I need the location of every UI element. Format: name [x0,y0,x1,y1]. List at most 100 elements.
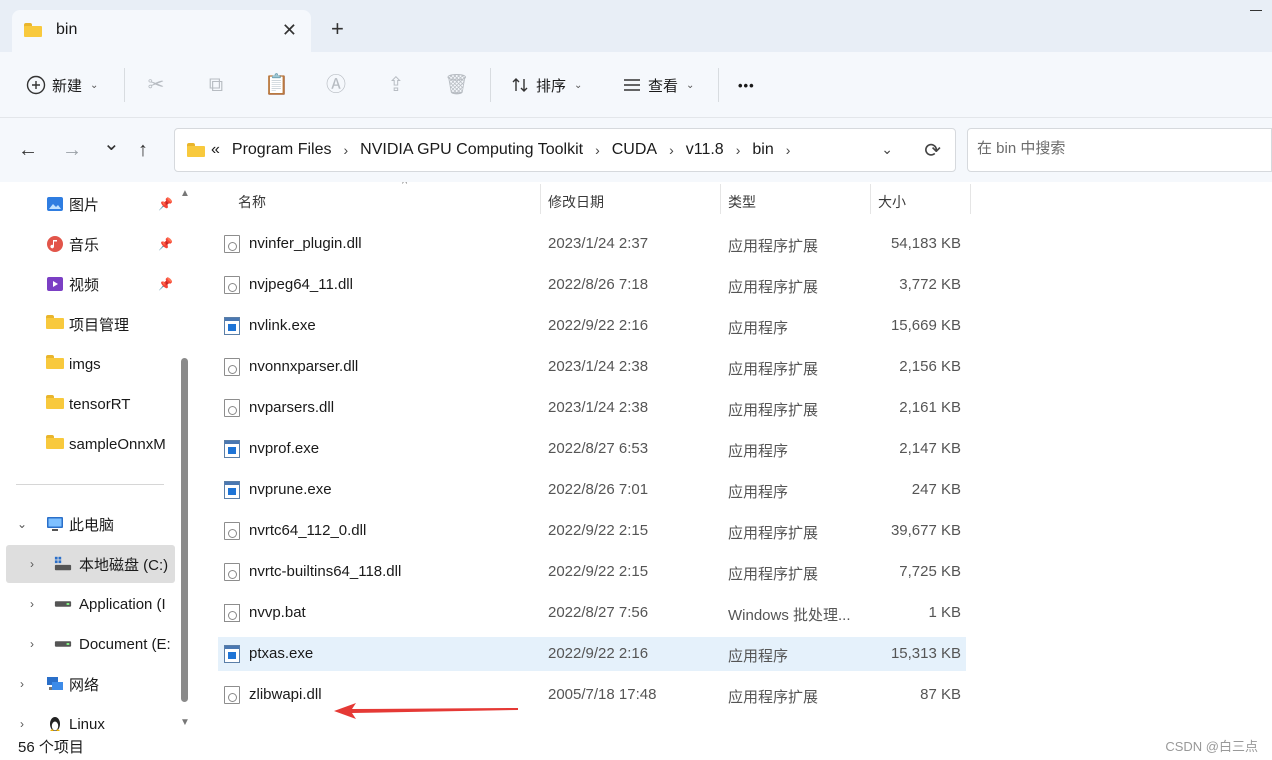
drive-icon [54,635,72,653]
breadcrumb-item[interactable]: v11.8 [686,141,724,159]
sidebar-item-tensorrt[interactable]: tensorRT [0,385,178,423]
column-size[interactable]: 大小 [878,192,906,212]
column-modified[interactable]: 修改日期 [548,192,604,212]
file-type: 应用程序扩展 [728,566,819,583]
toolbar-divider [490,68,491,102]
new-button[interactable]: 新建 ⌄ [26,72,98,98]
file-row[interactable]: nvprof.exe 2022/8/27 6:53 应用程序 2,147 KB [218,432,966,466]
application-file-icon [224,317,240,335]
forward-button[interactable]: → [62,138,82,162]
more-options-button[interactable]: ••• [738,72,755,98]
recent-locations-button[interactable]: ⌄ [103,132,120,156]
column-divider[interactable] [540,184,541,214]
up-button[interactable]: ↑ [138,138,148,162]
breadcrumb-overflow[interactable]: « [211,141,220,159]
close-tab-button[interactable]: ✕ [282,20,297,41]
file-row[interactable]: nvrtc64_112_0.dll 2022/9/22 2:15 应用程序扩展 39,… [218,514,966,548]
sidebar-item-drive-c[interactable]: › 本地磁盘 (C:) [6,545,175,583]
sidebar-item-sampleonnx[interactable]: sampleOnnxM [0,425,178,463]
sidebar-item-project-management[interactable]: 项目管理 [0,305,178,343]
sidebar-item-network[interactable]: › 网络 [0,665,178,703]
sidebar-item-label: 项目管理 [69,316,130,334]
refresh-icon[interactable]: ⟳ [924,138,941,163]
navigation-pane: 图片 📌 音乐 📌 视频 📌 项目管理 imgs tensorRT sample… [0,182,196,738]
file-row[interactable]: nvonnxparser.dll 2023/1/24 2:38 应用程序扩展 2,15… [218,350,966,384]
sidebar-item-drive-document[interactable]: › Document (E: [0,625,178,663]
back-button[interactable]: ← [18,138,38,162]
file-row[interactable]: nvrtc-builtins64_118.dll 2022/9/22 2:15 应用… [218,555,966,589]
minimize-button[interactable] [1250,10,1262,11]
cut-icon[interactable]: ✂ [144,73,168,97]
file-row[interactable]: ptxas.exe 2022/9/22 2:16 应用程序 15,313 KB [218,637,966,671]
file-size: 1 KB [928,604,961,621]
file-size: 247 KB [911,481,961,498]
sort-icon [512,78,528,92]
search-input[interactable] [977,140,1257,157]
new-tab-button[interactable]: + [331,18,344,40]
breadcrumb-item[interactable]: bin [752,141,773,159]
pin-icon: 📌 [158,197,173,211]
breadcrumb-item[interactable]: Program Files [232,141,332,159]
sidebar-item-label: Application (I [79,595,166,613]
chevron-right-icon[interactable]: › [30,557,34,571]
view-button[interactable]: 查看 ⌄ [622,72,694,98]
chevron-right-icon[interactable]: › [20,717,24,731]
sort-button[interactable]: 排序 ⌄ [510,72,582,98]
file-row[interactable]: nvvp.bat 2022/8/27 7:56 Windows 批处理... 1 KB [218,596,966,630]
address-bar[interactable]: « Program Files › NVIDIA GPU Computing T… [174,128,956,172]
application-file-icon [224,645,240,663]
chevron-right-icon[interactable]: › [20,677,24,691]
chevron-right-icon[interactable]: › [595,142,600,158]
sidebar-item-music[interactable]: 音乐 📌 [0,225,178,263]
column-divider[interactable] [870,184,871,214]
toolbar-divider [124,68,125,102]
scroll-down-icon[interactable]: ▼ [180,717,190,728]
file-row[interactable]: nvparsers.dll 2023/1/24 2:38 应用程序扩展 2,161 K… [218,391,966,425]
file-type: 应用程序 [728,320,789,337]
file-type: 应用程序 [728,484,789,501]
file-modified-date: 2022/8/27 7:56 [548,604,649,621]
file-size: 7,725 KB [899,563,961,580]
search-box[interactable] [967,128,1272,172]
chevron-down-icon[interactable]: ⌄ [17,517,27,531]
sidebar-item-drive-application[interactable]: › Application (I [0,585,178,623]
file-row[interactable]: zlibwapi.dll 2005/7/18 17:48 应用程序扩展 87 KB [218,678,966,712]
chevron-right-icon[interactable]: › [30,597,34,611]
address-history-dropdown[interactable]: ⌄ [881,141,893,158]
chevron-right-icon[interactable]: › [669,142,674,158]
file-modified-date: 2023/1/24 2:37 [548,235,649,252]
paste-icon[interactable]: 📋 [264,73,289,97]
file-modified-date: 2022/9/22 2:16 [548,645,649,662]
column-name[interactable]: 名称 [238,192,266,212]
rename-icon[interactable]: Ⓐ [324,73,348,97]
sidebar-scrollbar[interactable]: ▲ ▼ [178,188,192,728]
breadcrumb-item[interactable]: NVIDIA GPU Computing Toolkit [360,141,583,159]
file-row[interactable]: nvlink.exe 2022/9/22 2:16 应用程序 15,669 KB [218,309,966,343]
file-row[interactable]: nvjpeg64_11.dll 2022/8/26 7:18 应用程序扩展 3,772… [218,268,966,302]
watermark: CSDN @白三点 [1165,739,1258,754]
dll-file-icon [224,686,240,704]
column-divider[interactable] [970,184,971,214]
sidebar-item-this-pc[interactable]: ⌄ 此电脑 [0,505,178,543]
breadcrumb-item[interactable]: CUDA [612,141,657,159]
column-divider[interactable] [720,184,721,214]
sidebar-item-videos[interactable]: 视频 📌 [0,265,178,303]
sidebar-item-imgs[interactable]: imgs [0,345,178,383]
file-row[interactable]: nvinfer_plugin.dll 2023/1/24 2:37 应用程序扩展 54… [218,227,966,261]
sidebar-item-label: Linux [69,715,105,733]
chevron-right-icon[interactable]: › [786,142,791,158]
copy-icon[interactable]: ⧉ [204,73,228,97]
chevron-right-icon[interactable]: › [343,142,348,158]
sidebar-divider [16,484,164,485]
tab-bin[interactable]: bin ✕ [12,10,311,52]
delete-icon[interactable]: 🗑 [444,73,469,97]
file-row[interactable]: nvprune.exe 2022/8/26 7:01 应用程序 247 KB [218,473,966,507]
chevron-right-icon[interactable]: › [736,142,741,158]
sort-ascending-icon: ^ [402,182,408,190]
sidebar-item-pictures[interactable]: 图片 📌 [0,185,178,223]
scrollbar-thumb[interactable] [181,358,188,702]
scroll-up-icon[interactable]: ▲ [180,188,190,199]
column-type[interactable]: 类型 [728,192,756,212]
share-icon[interactable]: ⇪ [384,73,408,97]
chevron-right-icon[interactable]: › [30,637,34,651]
